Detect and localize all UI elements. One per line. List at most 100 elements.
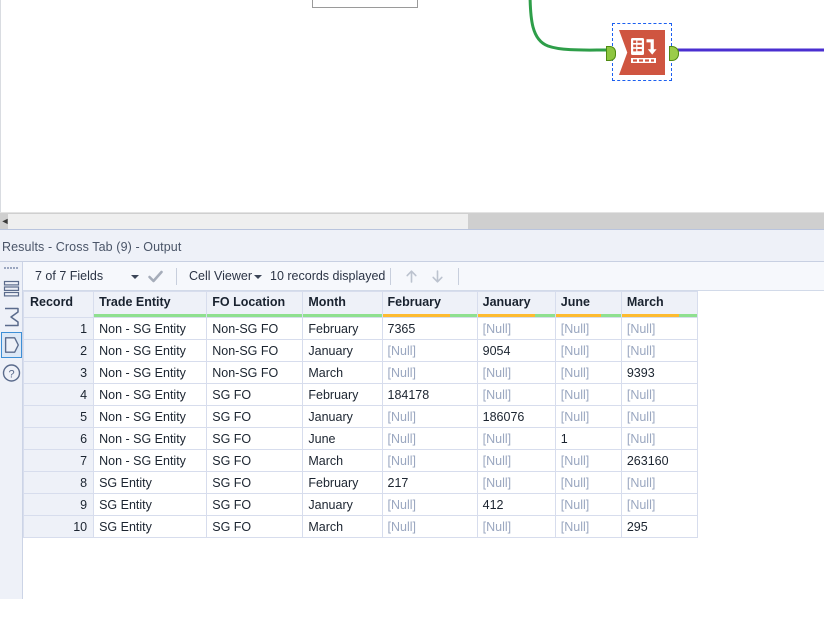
grid-column-header-fo-location[interactable]: FO Location [206,291,304,318]
grid-cell-fo-location[interactable]: SG FO [206,383,304,406]
viewer-mode-label[interactable]: Cell Viewer [189,262,252,291]
grid-cell-record[interactable]: 10 [22,515,95,538]
grid-cell-june[interactable]: [Null] [554,405,622,428]
grid-cell-month[interactable]: March [302,361,383,384]
grid-cell-fo-location[interactable]: SG FO [206,493,304,516]
grid-cell-june[interactable]: [Null] [554,493,622,516]
node-input-port[interactable] [606,46,616,61]
grid-cell-record[interactable]: 3 [22,361,95,384]
grid-cell-february[interactable]: [Null] [381,361,478,384]
table-row[interactable]: 4 Non - SG Entity SG FO February 184178 [Null… [22,383,699,406]
rail-item-help[interactable]: ? [1,360,22,386]
grid-cell-record[interactable]: 2 [22,339,95,362]
arrow-up-icon[interactable] [403,268,420,285]
rail-item-metadata[interactable] [1,304,22,330]
grid-cell-fo-location[interactable]: SG FO [206,427,304,450]
grid-cell-january[interactable]: [Null] [476,471,556,494]
rail-item-messages[interactable] [1,276,22,302]
table-row[interactable]: 8 SG Entity SG FO February 217 [Null] [Null] [N… [22,471,699,494]
grid-cell-record[interactable]: 7 [22,449,95,472]
grid-cell-month[interactable]: February [302,471,383,494]
grid-cell-june[interactable]: 1 [554,427,622,450]
table-row[interactable]: 1 Non - SG Entity Non-SG FO February 7365 [Nu… [22,317,699,340]
grid-cell-month[interactable]: January [302,339,383,362]
grid-cell-fo-location[interactable]: Non-SG FO [206,361,304,384]
grid-cell-trade-entity[interactable]: SG Entity [93,493,208,516]
cross-tab-node[interactable] [606,23,679,81]
grid-cell-june[interactable]: [Null] [554,361,622,384]
grid-cell-march[interactable]: 9393 [620,361,699,384]
canvas-annotation-box[interactable] [312,0,418,8]
grid-column-header-february[interactable]: February [381,291,478,318]
grid-cell-march[interactable]: [Null] [620,493,699,516]
grid-column-header-trade-entity[interactable]: Trade Entity [93,291,208,318]
grid-cell-fo-location[interactable]: SG FO [206,449,304,472]
grid-cell-january[interactable]: [Null] [476,515,556,538]
node-output-port[interactable] [669,46,679,61]
grid-cell-february[interactable]: 184178 [381,383,478,406]
grid-cell-record[interactable]: 4 [22,383,95,406]
grid-cell-trade-entity[interactable]: Non - SG Entity [93,427,208,450]
grid-cell-march[interactable]: [Null] [620,405,699,428]
grid-cell-january[interactable]: [Null] [476,361,556,384]
grid-cell-fo-location[interactable]: SG FO [206,471,304,494]
grid-cell-january[interactable]: 412 [476,493,556,516]
rail-item-output[interactable] [1,332,22,358]
grid-cell-trade-entity[interactable]: Non - SG Entity [93,383,208,406]
grid-cell-trade-entity[interactable]: Non - SG Entity [93,405,208,428]
grid-cell-march[interactable]: [Null] [620,471,699,494]
grid-cell-trade-entity[interactable]: Non - SG Entity [93,317,208,340]
grid-column-header-january[interactable]: January [476,291,556,318]
grid-cell-march[interactable]: [Null] [620,339,699,362]
grid-cell-trade-entity[interactable]: Non - SG Entity [93,449,208,472]
grid-cell-month[interactable]: March [302,449,383,472]
viewer-caret-down-icon[interactable] [254,275,262,279]
grid-cell-month[interactable]: June [302,427,383,450]
grid-cell-june[interactable]: [Null] [554,383,622,406]
grid-body[interactable]: 1 Non - SG Entity Non-SG FO February 7365 [Nu… [22,317,699,538]
grid-cell-june[interactable]: [Null] [554,339,622,362]
grid-column-header-month[interactable]: Month [302,291,383,318]
checkmark-icon[interactable] [147,268,164,285]
grid-cell-trade-entity[interactable]: Non - SG Entity [93,339,208,362]
grid-cell-january[interactable]: [Null] [476,427,556,450]
grid-cell-february[interactable]: [Null] [381,449,478,472]
grid-cell-month[interactable]: March [302,515,383,538]
grid-cell-june[interactable]: [Null] [554,317,622,340]
grid-cell-january[interactable]: 186076 [476,405,556,428]
grid-cell-fo-location[interactable]: SG FO [206,405,304,428]
fields-count-label[interactable]: 7 of 7 Fields [35,262,103,291]
grid-cell-record[interactable]: 1 [22,317,95,340]
grid-cell-month[interactable]: February [302,383,383,406]
arrow-down-icon[interactable] [429,268,446,285]
grid-cell-record[interactable]: 8 [22,471,95,494]
grid-cell-trade-entity[interactable]: SG Entity [93,471,208,494]
grid-cell-february[interactable]: [Null] [381,427,478,450]
grid-cell-march[interactable]: [Null] [620,317,699,340]
grid-cell-trade-entity[interactable]: SG Entity [93,515,208,538]
grid-cell-june[interactable]: [Null] [554,515,622,538]
canvas-horizontal-scrollbar[interactable]: ◄ [0,212,824,229]
grid-cell-january[interactable]: [Null] [476,449,556,472]
grid-cell-march[interactable]: [Null] [620,427,699,450]
grid-cell-month[interactable]: February [302,317,383,340]
grid-cell-june[interactable]: [Null] [554,449,622,472]
grid-cell-february[interactable]: [Null] [381,405,478,428]
table-row[interactable]: 5 Non - SG Entity SG FO January [Null] 186076… [22,405,699,428]
grid-cell-fo-location[interactable]: SG FO [206,515,304,538]
grid-cell-january[interactable]: 9054 [476,339,556,362]
table-row[interactable]: 3 Non - SG Entity Non-SG FO March [Null] [Nul… [22,361,699,384]
grid-cell-february[interactable]: [Null] [381,339,478,362]
grid-cell-june[interactable]: [Null] [554,471,622,494]
grid-cell-month[interactable]: January [302,405,383,428]
grid-cell-january[interactable]: [Null] [476,383,556,406]
canvas-scrollbar-thumb[interactable] [8,214,468,229]
grip-dots-icon[interactable] [4,266,19,272]
grid-cell-record[interactable]: 9 [22,493,95,516]
table-row[interactable]: 2 Non - SG Entity Non-SG FO January [Null] 90… [22,339,699,362]
grid-cell-february[interactable]: [Null] [381,515,478,538]
grid-cell-record[interactable]: 6 [22,427,95,450]
table-row[interactable]: 7 Non - SG Entity SG FO March [Null] [Null] [N… [22,449,699,472]
grid-cell-trade-entity[interactable]: Non - SG Entity [93,361,208,384]
grid-column-header-record[interactable]: Record [22,291,95,318]
